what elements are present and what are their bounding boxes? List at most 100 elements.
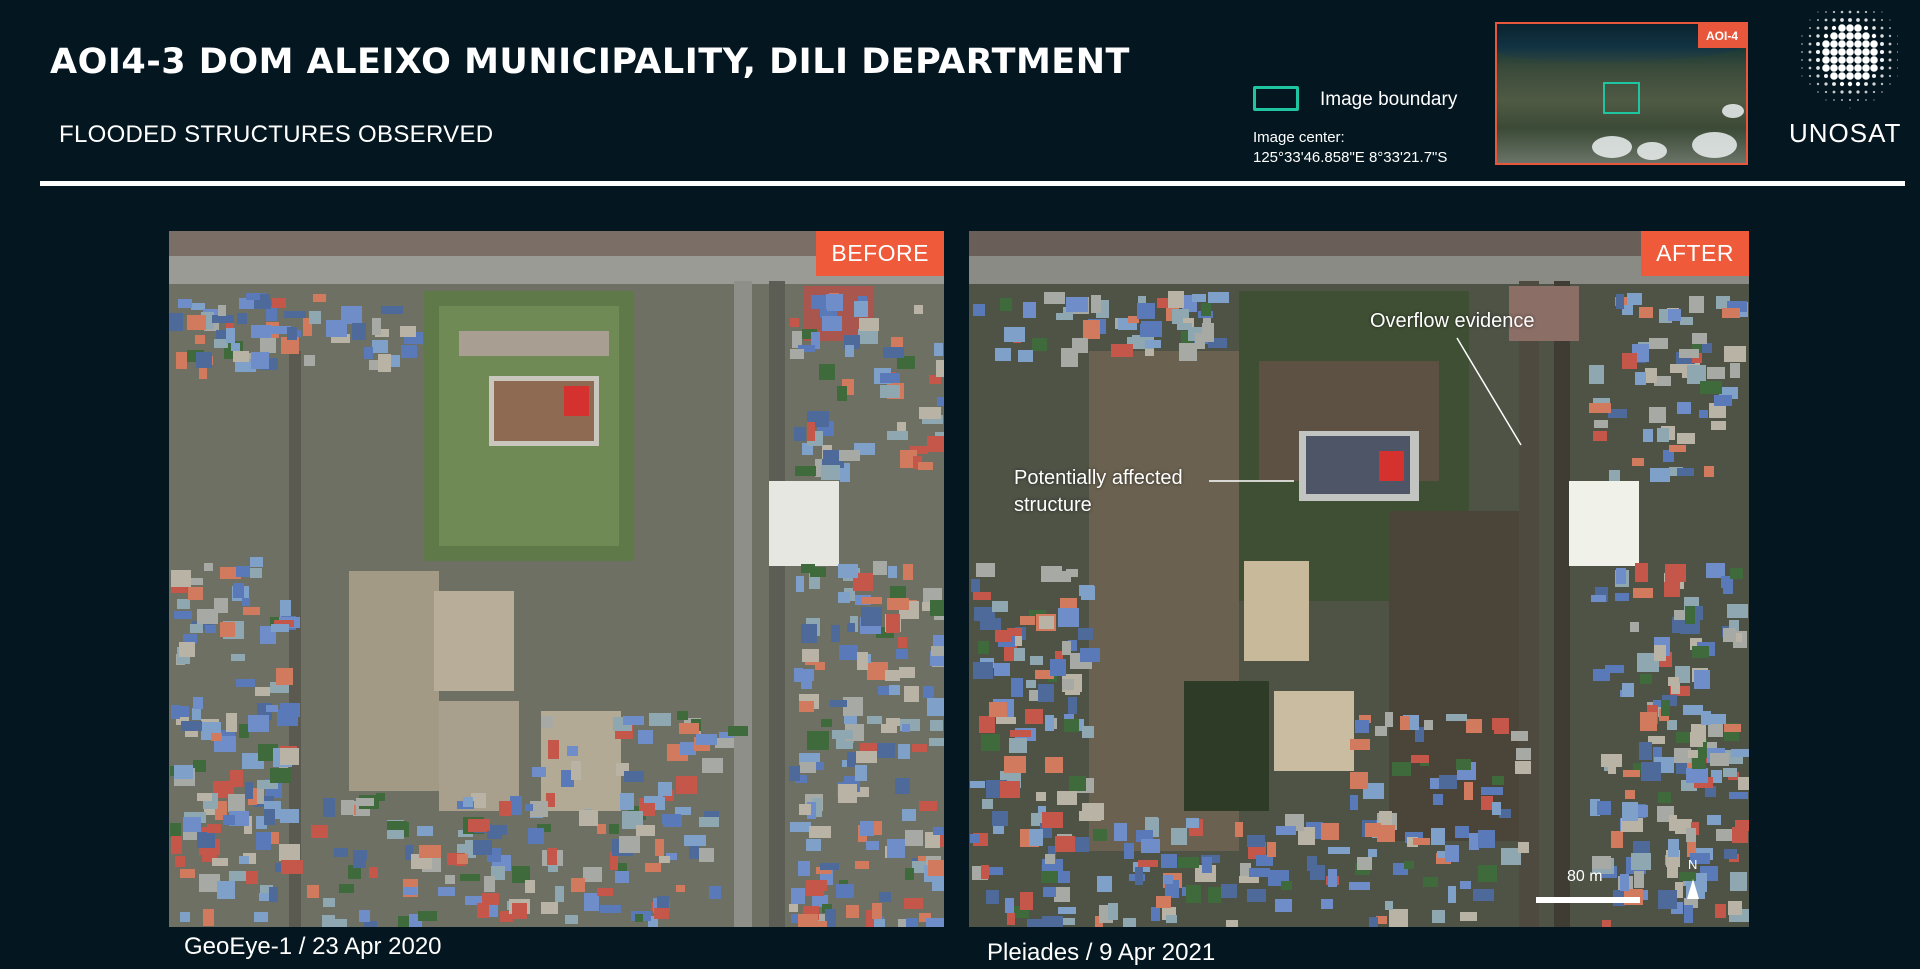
rooftop [970, 834, 979, 843]
rooftop [801, 678, 812, 689]
overview-map: AOI-4 [1495, 22, 1748, 165]
rooftop [1135, 867, 1143, 885]
rooftop [1620, 874, 1629, 891]
rooftop [1645, 368, 1657, 383]
logo-dot [1817, 91, 1819, 93]
rooftop [1658, 792, 1671, 803]
rooftop [1054, 887, 1070, 902]
rooftop [709, 886, 721, 899]
rooftop [352, 323, 366, 340]
rooftop [372, 340, 388, 353]
logo-dot [1816, 18, 1820, 22]
rooftop [179, 642, 195, 657]
rooftop [1677, 433, 1695, 444]
logo-dot [1816, 74, 1820, 78]
rooftop [1375, 726, 1387, 736]
rooftop [1611, 831, 1623, 848]
logo-dot [1838, 48, 1846, 56]
rooftop [256, 832, 271, 850]
rooftop [1732, 827, 1748, 843]
rooftop [1685, 606, 1695, 624]
rooftop [205, 625, 216, 633]
rooftop [805, 888, 824, 896]
logo-dot [1880, 82, 1884, 86]
logo-dot [1848, 18, 1852, 22]
logo-dot [1888, 42, 1892, 46]
rooftop [896, 649, 908, 659]
logo-dot [1873, 11, 1875, 13]
rooftop [1350, 739, 1370, 750]
rooftop [176, 352, 187, 369]
logo-dot [1856, 98, 1860, 102]
logo-dot [1830, 64, 1838, 72]
rooftop [1411, 755, 1429, 763]
logo-dot [1840, 10, 1844, 14]
rooftop [644, 796, 663, 803]
rooftop [1177, 323, 1192, 330]
north-arrow-label: N [1688, 857, 1698, 872]
rooftop [196, 352, 212, 368]
logo-dot [1888, 50, 1892, 54]
rooftop [1515, 761, 1531, 774]
rooftop [1677, 468, 1694, 476]
scale-bar-label: 80 m [1567, 868, 1603, 885]
logo-dot [1880, 66, 1884, 70]
rooftop [1723, 628, 1736, 642]
rooftop [401, 345, 417, 358]
rooftop [1195, 333, 1205, 349]
logo-dot [1865, 99, 1867, 101]
rooftop [1658, 890, 1677, 909]
rooftop [1616, 568, 1626, 584]
rooftop [898, 637, 907, 648]
rooftop [217, 881, 235, 899]
logo-dot [1824, 90, 1828, 94]
overview-cloud [1722, 104, 1744, 118]
rooftop [600, 905, 621, 913]
rooftop [269, 887, 278, 902]
overview-aoi-tag: AOI-4 [1697, 24, 1746, 48]
logo-dot [1840, 90, 1844, 94]
rooftop [555, 886, 564, 902]
logo-dot [1840, 98, 1844, 102]
rooftop [1622, 353, 1637, 369]
rooftop [1601, 754, 1622, 767]
rooftop [887, 839, 905, 858]
rooftop [1722, 308, 1740, 318]
rooftop [839, 645, 858, 660]
rooftop [914, 305, 923, 314]
rooftop [790, 822, 811, 832]
rooftop [1730, 363, 1740, 378]
rooftop [1328, 847, 1350, 854]
logo-dot [1801, 35, 1803, 37]
rooftop [547, 848, 557, 865]
rooftop [883, 347, 904, 358]
rooftop [680, 742, 696, 755]
rooftop [1138, 860, 1158, 867]
rooftop [499, 801, 511, 816]
rooftop [838, 784, 857, 803]
rooftop [1650, 468, 1670, 482]
rooftop [1043, 887, 1056, 897]
logo-dot [1838, 72, 1846, 80]
rooftop [1328, 869, 1337, 887]
rooftop [211, 733, 222, 741]
rooftop [799, 701, 814, 712]
logo-dot [1830, 56, 1838, 64]
logo-dot [1801, 75, 1803, 77]
rooftop [304, 355, 315, 366]
rooftop [1045, 854, 1055, 864]
logo-dot [1862, 72, 1870, 80]
rooftop [1688, 750, 1698, 758]
rooftop [332, 919, 347, 927]
rooftop [1667, 720, 1677, 730]
rooftop [1156, 896, 1171, 908]
rooftop [1692, 646, 1709, 658]
rooftop [280, 703, 300, 717]
logo-dot [1872, 26, 1876, 30]
logo-dot [1856, 18, 1860, 22]
rooftop [1635, 563, 1648, 582]
rooftop [891, 337, 903, 347]
rooftop [1706, 563, 1725, 578]
rooftop [995, 630, 1011, 642]
rooftop [1027, 919, 1042, 927]
